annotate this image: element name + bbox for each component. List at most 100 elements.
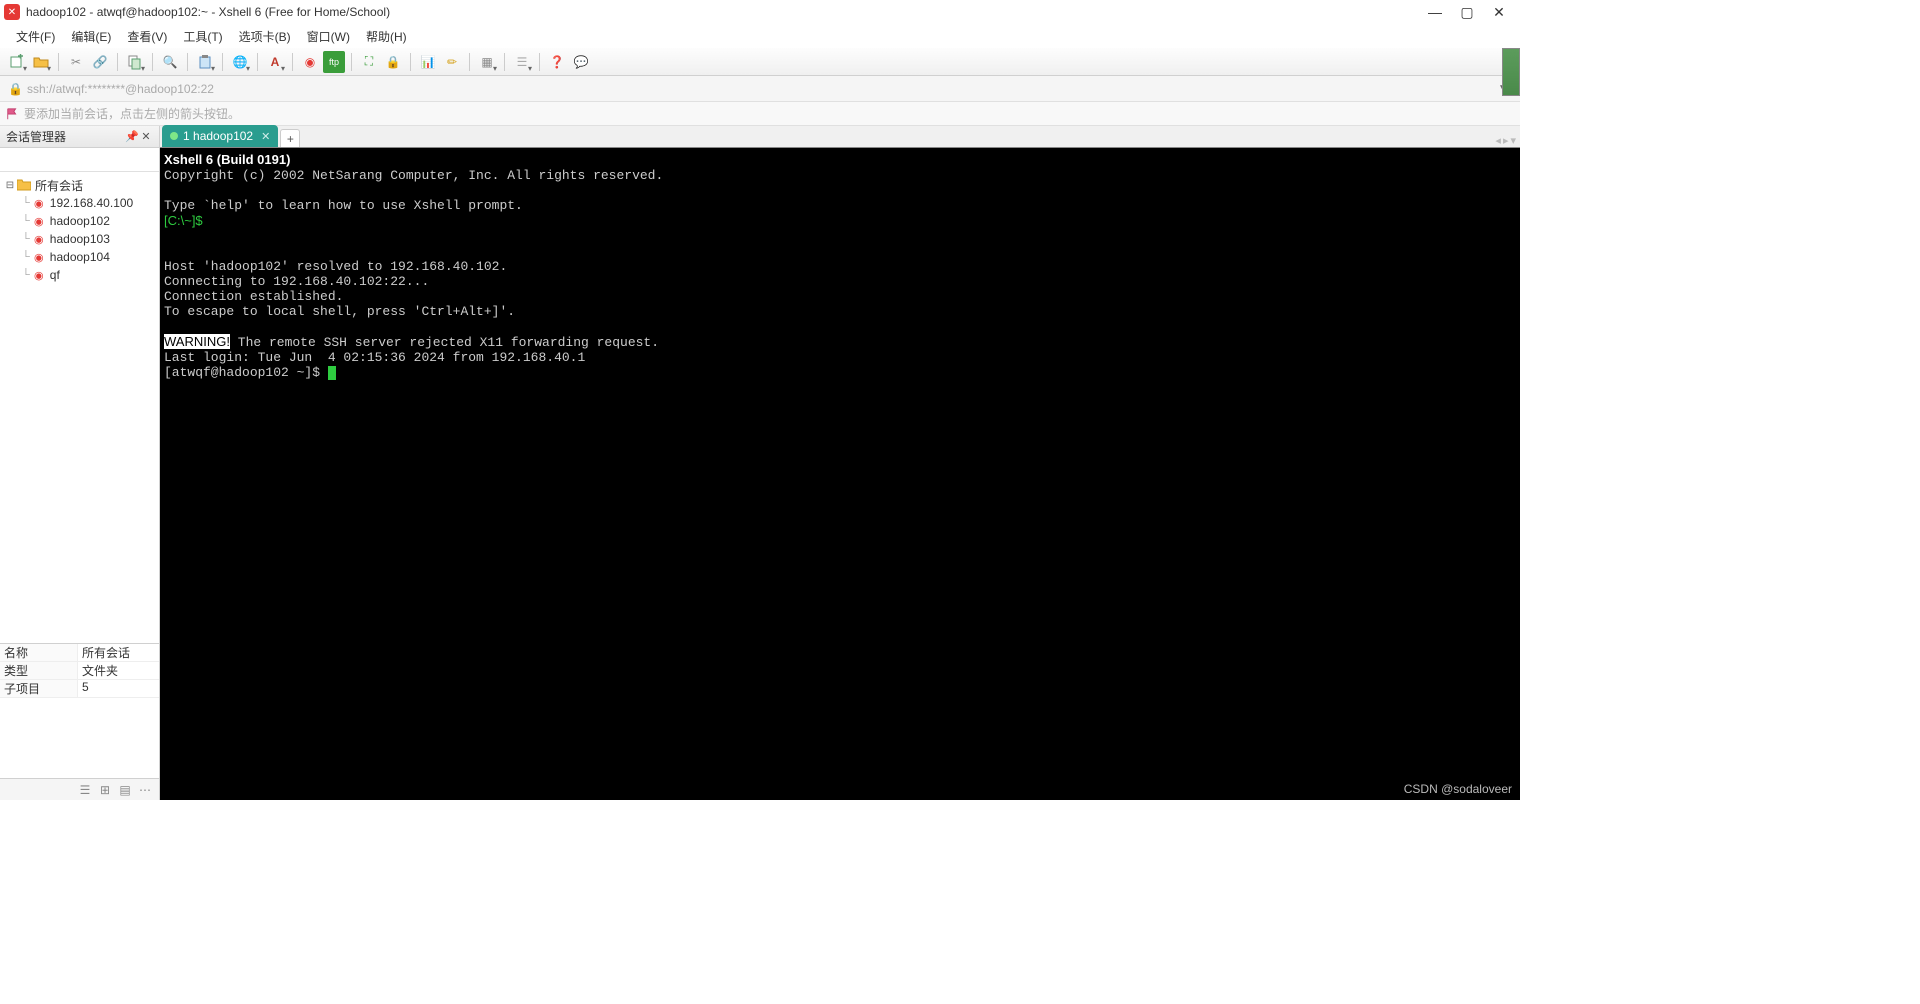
toolbar-separator (257, 53, 258, 71)
menu-tabs[interactable]: 选项卡(B) (231, 26, 299, 47)
terminal[interactable]: Xshell 6 (Build 0191) Copyright (c) 2002… (160, 148, 1520, 800)
menu-tools[interactable]: 工具(T) (175, 26, 230, 47)
tree-root-all-sessions[interactable]: ⊟ 所有会话 (0, 176, 159, 194)
footer-tool-4[interactable]: ⋯ (137, 782, 153, 798)
address-content[interactable]: 🔒 ssh://atwqf:********@hadoop102:22 (8, 82, 1494, 96)
tab-close-icon[interactable]: ✕ (261, 130, 270, 143)
web-button[interactable]: 🌐 (229, 51, 251, 73)
tabstrip-nav: ◂ ▸ ▾ (1495, 134, 1520, 147)
property-value: 文件夹 (78, 662, 159, 679)
close-panel-icon[interactable]: ✕ (139, 130, 153, 143)
property-row-name: 名称 所有会话 (0, 644, 159, 662)
property-value: 所有会话 (78, 644, 159, 661)
property-value: 5 (78, 680, 159, 697)
hint-text: 要添加当前会话，点击左侧的箭头按钮。 (24, 105, 240, 122)
titlebar: ✕ hadoop102 - atwqf@hadoop102:~ - Xshell… (0, 0, 1520, 24)
session-item-hadoop104[interactable]: └ ◉ hadoop104 (0, 248, 159, 266)
tab-status-dot-icon (170, 132, 178, 140)
session-item-hadoop102[interactable]: └ ◉ hadoop102 (0, 212, 159, 230)
session-icon: ◉ (31, 232, 47, 246)
tab-hadoop102[interactable]: 1 hadoop102 ✕ (162, 125, 278, 147)
open-session-button[interactable] (30, 51, 52, 73)
toolbar-separator (539, 53, 540, 71)
session-label: hadoop103 (50, 232, 110, 246)
search-input[interactable] (4, 150, 159, 170)
close-button[interactable]: ✕ (1492, 5, 1506, 19)
search-button[interactable]: 🔍 (159, 51, 181, 73)
menu-window[interactable]: 窗口(W) (299, 26, 358, 47)
xshell-icon[interactable]: ◉ (299, 51, 321, 73)
session-item-192-168-40-100[interactable]: └ ◉ 192.168.40.100 (0, 194, 159, 212)
maximize-button[interactable]: ▢ (1460, 5, 1474, 19)
tabstrip: 1 hadoop102 ✕ + ◂ ▸ ▾ (160, 126, 1520, 148)
tab-nav-next-icon[interactable]: ▸ (1503, 134, 1509, 147)
address-text: ssh://atwqf:********@hadoop102:22 (27, 82, 214, 96)
chart-button[interactable]: 📊 (417, 51, 439, 73)
session-label: hadoop102 (50, 214, 110, 228)
session-icon: ◉ (31, 268, 47, 282)
footer-tool-2[interactable]: ⊞ (97, 782, 113, 798)
hintbar: 要添加当前会话，点击左侧的箭头按钮。 (0, 102, 1520, 126)
property-key: 子项目 (0, 680, 78, 697)
new-tab-button[interactable]: + (280, 129, 300, 147)
toolbar-separator (117, 53, 118, 71)
lock-icon: 🔒 (8, 82, 23, 96)
layout-grid-button[interactable]: ▦ (476, 51, 498, 73)
cut-button[interactable]: ✂ (65, 51, 87, 73)
paste-button[interactable] (194, 51, 216, 73)
property-key: 名称 (0, 644, 78, 661)
window-controls: — ▢ ✕ (1428, 5, 1516, 19)
toolbar-separator (292, 53, 293, 71)
sidebar-search: 🔍 (0, 148, 159, 172)
highlight-button[interactable]: ✏ (441, 51, 463, 73)
session-item-qf[interactable]: └ ◉ qf (0, 266, 159, 284)
footer-tool-1[interactable]: ☰ (77, 782, 93, 798)
folder-icon (16, 178, 32, 192)
window-title: hadoop102 - atwqf@hadoop102:~ - Xshell 6… (26, 5, 1428, 19)
help-button[interactable]: ❓ (546, 51, 568, 73)
app-icon: ✕ (4, 4, 20, 20)
link-button[interactable]: 🔗 (89, 51, 111, 73)
menu-help[interactable]: 帮助(H) (358, 26, 415, 47)
right-edge-handle[interactable] (1502, 48, 1520, 96)
chat-button[interactable]: 💬 (570, 51, 592, 73)
toolbar-separator (504, 53, 505, 71)
session-item-hadoop103[interactable]: └ ◉ hadoop103 (0, 230, 159, 248)
session-icon: ◉ (31, 214, 47, 228)
font-color-button[interactable]: A (264, 51, 286, 73)
layout-row-button[interactable]: ☰ (511, 51, 533, 73)
toolbar-separator (410, 53, 411, 71)
footer-tool-3[interactable]: ▤ (117, 782, 133, 798)
copy-button[interactable] (124, 51, 146, 73)
sidebar-title: 会话管理器 (6, 128, 125, 145)
lock-button[interactable]: 🔒 (382, 51, 404, 73)
sidebar-header: 会话管理器 📌 ✕ (0, 126, 159, 148)
tab-nav-prev-icon[interactable]: ◂ (1495, 134, 1501, 147)
toolbar-separator (351, 53, 352, 71)
properties-blank (0, 698, 159, 778)
fullscreen-button[interactable]: ⛶ (358, 51, 380, 73)
tab-label: hadoop102 (193, 129, 253, 143)
new-session-button[interactable] (6, 51, 28, 73)
session-label: qf (50, 268, 60, 282)
menu-file[interactable]: 文件(F) (8, 26, 63, 47)
session-manager-panel: 会话管理器 📌 ✕ 🔍 ⊟ 所有会话 └ ◉ 192.168.40.100 └ … (0, 126, 160, 800)
session-tree: ⊟ 所有会话 └ ◉ 192.168.40.100 └ ◉ hadoop102 … (0, 172, 159, 643)
addressbar: 🔒 ssh://atwqf:********@hadoop102:22 ▼ (0, 76, 1520, 102)
menubar: 文件(F) 编辑(E) 查看(V) 工具(T) 选项卡(B) 窗口(W) 帮助(… (0, 24, 1520, 48)
watermark: CSDN @sodaloveer (1404, 782, 1512, 796)
menu-edit[interactable]: 编辑(E) (63, 26, 119, 47)
pin-icon[interactable]: 📌 (125, 130, 139, 143)
collapse-icon[interactable]: ⊟ (4, 180, 16, 191)
toolbar-separator (58, 53, 59, 71)
xftp-button[interactable]: ftp (323, 51, 345, 73)
content-area: 1 hadoop102 ✕ + ◂ ▸ ▾ Xshell 6 (Build 01… (160, 126, 1520, 800)
minimize-button[interactable]: — (1428, 5, 1442, 19)
session-icon: ◉ (31, 196, 47, 210)
tab-nav-list-icon[interactable]: ▾ (1510, 134, 1516, 147)
tree-label: 所有会话 (35, 177, 83, 194)
flag-icon (6, 107, 20, 121)
properties-panel: 名称 所有会话 类型 文件夹 子项目 5 (0, 643, 159, 778)
session-icon: ◉ (31, 250, 47, 264)
menu-view[interactable]: 查看(V) (119, 26, 175, 47)
